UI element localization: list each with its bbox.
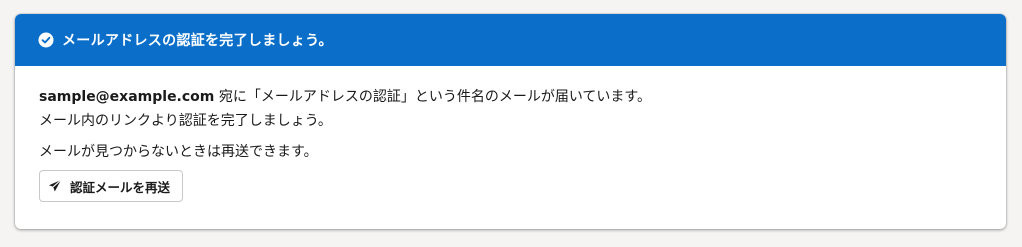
card-body: sample@example.com 宛に「メールアドレスの認証」という件名のメ… <box>15 66 1006 202</box>
check-circle-icon <box>38 32 54 48</box>
resend-button-label: 認証メールを再送 <box>70 179 171 195</box>
header-title: メールアドレスの認証を完了しましょう。 <box>62 33 333 49</box>
message-line-2: メール内のリンクより認証を完了しましょう。 <box>39 113 332 129</box>
email-address: sample@example.com <box>39 89 215 105</box>
message-line-3: メールが見つからないときは再送できます。 <box>39 144 318 160</box>
resend-verification-email-button[interactable]: 認証メールを再送 <box>39 170 184 202</box>
card-header: メールアドレスの認証を完了しましょう。 <box>15 14 1006 66</box>
message-line-1: sample@example.com 宛に「メールアドレスの認証」という件名のメ… <box>39 85 1006 109</box>
message-line-1-text: 宛に「メールアドレスの認証」という件名のメールが届いています。 <box>214 89 652 105</box>
verification-card: メールアドレスの認証を完了しましょう。 sample@example.com 宛… <box>15 14 1006 229</box>
paper-plane-icon <box>48 179 62 193</box>
